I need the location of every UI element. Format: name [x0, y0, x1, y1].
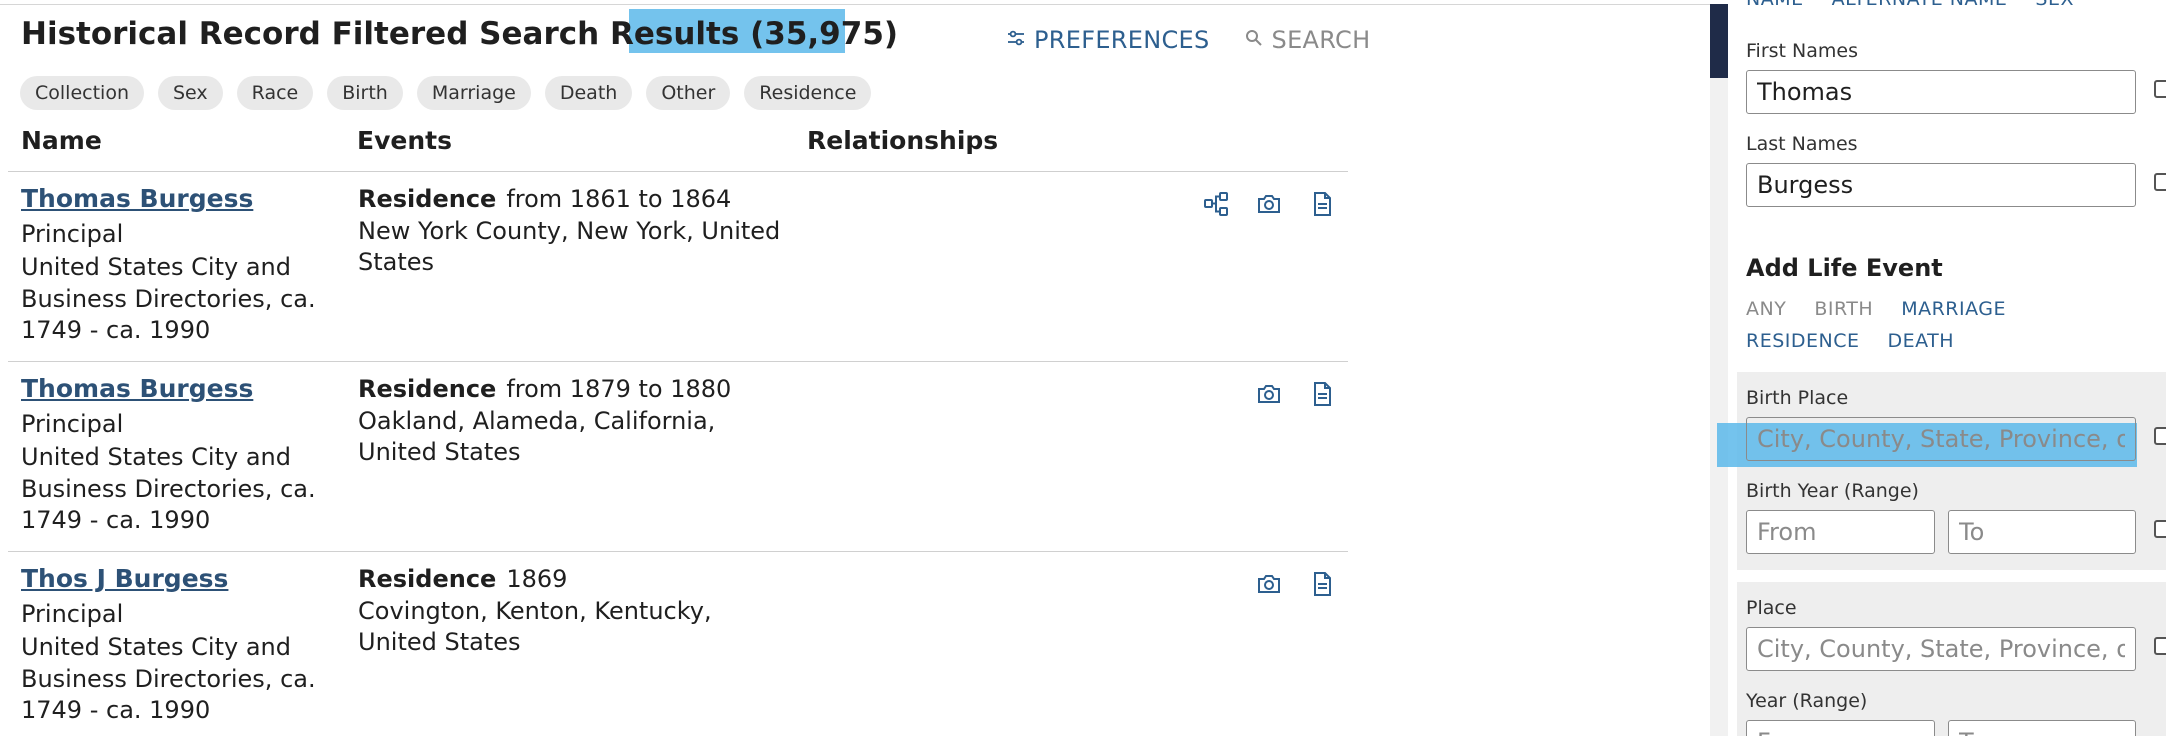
birth-year-to-input[interactable]	[1948, 510, 2136, 554]
record-collection: United States City and Business Director…	[21, 253, 316, 344]
row-actions	[1202, 190, 1336, 218]
document-icon[interactable]	[1308, 570, 1336, 598]
camera-icon[interactable]	[1255, 380, 1283, 408]
row-actions	[1255, 380, 1336, 408]
event-tab-birth[interactable]: BIRTH	[1814, 298, 1873, 320]
birth-year-exact-checkbox[interactable]	[2154, 520, 2166, 538]
filter-chip-collection[interactable]: Collection	[20, 76, 144, 110]
first-names-input[interactable]	[1746, 70, 2136, 114]
birth-place-input[interactable]	[1746, 417, 2136, 461]
record-collection: United States City and Business Director…	[21, 443, 316, 534]
birth-year-from-input[interactable]	[1746, 510, 1935, 554]
event-date: from 1879 to 1880	[506, 375, 732, 403]
event-tab-residence[interactable]: RESIDENCE	[1746, 330, 1860, 352]
results-panel: Historical Record Filtered Search Result…	[0, 0, 1370, 736]
tab-name[interactable]: NAME	[1746, 0, 1804, 10]
camera-icon[interactable]	[1255, 570, 1283, 598]
tab-sex[interactable]: SEX	[2035, 0, 2074, 10]
event-tab-marriage[interactable]: MARRIAGE	[1901, 298, 2006, 320]
record-role: Principal	[21, 600, 124, 628]
page-title-text: Historical Record Filtered Search Result…	[21, 16, 740, 52]
preferences-label: PREFERENCES	[1034, 26, 1210, 54]
table-row: Thomas Burgess Principal United States C…	[8, 172, 1348, 362]
search-button[interactable]: SEARCH	[1244, 26, 1371, 54]
family-tree-icon[interactable]	[1202, 190, 1230, 218]
last-names-label: Last Names	[1746, 133, 1858, 155]
record-event: Residence from 1861 to 1864 New York Coun…	[358, 184, 798, 279]
place-input[interactable]	[1746, 627, 2136, 671]
add-life-event-title: Add Life Event	[1746, 254, 1943, 282]
column-header-name[interactable]: Name	[21, 126, 102, 155]
event-type: Residence	[358, 185, 497, 213]
birth-year-label: Birth Year (Range)	[1746, 480, 1919, 502]
search-form-sidebar: NAME ALTERNATE NAME SEX First Names Last…	[1728, 0, 2166, 736]
record-name-link[interactable]: Thos J Burgess	[21, 564, 228, 593]
preferences-button[interactable]: PREFERENCES	[1006, 26, 1210, 54]
row-actions	[1255, 570, 1336, 598]
place-label: Place	[1746, 597, 1797, 619]
event-tab-death[interactable]: DEATH	[1888, 330, 1955, 352]
birth-place-label: Birth Place	[1746, 387, 1849, 409]
filter-chip-residence[interactable]: Residence	[744, 76, 872, 110]
sidebar-divider	[1710, 4, 1728, 736]
first-names-label: First Names	[1746, 40, 1858, 62]
document-icon[interactable]	[1308, 190, 1336, 218]
column-header-events[interactable]: Events	[357, 126, 452, 155]
event-place: Covington, Kenton, Kentucky, United Stat…	[358, 596, 712, 657]
search-label: SEARCH	[1271, 26, 1371, 54]
event-place: New York County, New York, United States	[358, 216, 781, 277]
camera-icon[interactable]	[1255, 190, 1283, 218]
record-collection: United States City and Business Director…	[21, 633, 316, 724]
life-event-tabs: ANY BIRTH MARRIAGE RESIDENCE DEATH	[1746, 298, 2146, 352]
record-role: Principal	[21, 410, 124, 438]
result-count: (35,975)	[750, 16, 899, 52]
filter-chip-marriage[interactable]: Marriage	[416, 76, 531, 110]
record-event: Residence from 1879 to 1880 Oakland, Alam…	[358, 374, 798, 469]
sliders-icon	[1006, 26, 1026, 54]
record-name-link[interactable]: Thomas Burgess	[21, 184, 253, 213]
filter-chip-other[interactable]: Other	[646, 76, 731, 110]
last-names-exact-checkbox[interactable]	[2154, 173, 2166, 191]
filter-chip-sex[interactable]: Sex	[157, 76, 223, 110]
birth-place-exact-checkbox[interactable]	[2154, 427, 2166, 445]
event-date: from 1861 to 1864	[506, 185, 732, 213]
filter-chip-birth[interactable]: Birth	[327, 76, 403, 110]
event-place: Oakland, Alameda, California, United Sta…	[358, 406, 716, 467]
table-row: Thomas Burgess Principal United States C…	[8, 362, 1348, 552]
record-name-link[interactable]: Thomas Burgess	[21, 374, 253, 403]
filter-chip-race[interactable]: Race	[236, 76, 314, 110]
header-actions: PREFERENCES SEARCH	[1006, 26, 1370, 54]
year-from-input[interactable]	[1746, 720, 1935, 736]
table-row: Thos J Burgess Principal United States C…	[8, 552, 1348, 736]
year-range-label: Year (Range)	[1746, 690, 1868, 712]
year-to-input[interactable]	[1948, 720, 2136, 736]
event-date: 1869	[506, 565, 568, 593]
name-tabs: NAME ALTERNATE NAME SEX	[1746, 0, 2074, 10]
sidebar-scroll-thumb[interactable]	[1710, 4, 1728, 78]
column-header-relationships[interactable]: Relationships	[807, 126, 998, 155]
last-names-input[interactable]	[1746, 163, 2136, 207]
event-tab-any[interactable]: ANY	[1746, 298, 1786, 320]
record-event: Residence 1869 Covington, Kenton, Kentuck…	[358, 564, 798, 659]
document-icon[interactable]	[1308, 380, 1336, 408]
place-exact-checkbox[interactable]	[2154, 637, 2166, 655]
first-names-exact-checkbox[interactable]	[2154, 80, 2166, 98]
event-type: Residence	[358, 375, 497, 403]
event-type: Residence	[358, 565, 497, 593]
tab-alternate-name[interactable]: ALTERNATE NAME	[1832, 0, 2008, 10]
record-role: Principal	[21, 220, 124, 248]
filter-chip-death[interactable]: Death	[544, 76, 633, 110]
page-title: Historical Record Filtered Search Result…	[21, 16, 898, 52]
search-icon	[1244, 26, 1264, 54]
filter-chips: Collection Sex Race Birth Marriage Death…	[20, 76, 872, 110]
